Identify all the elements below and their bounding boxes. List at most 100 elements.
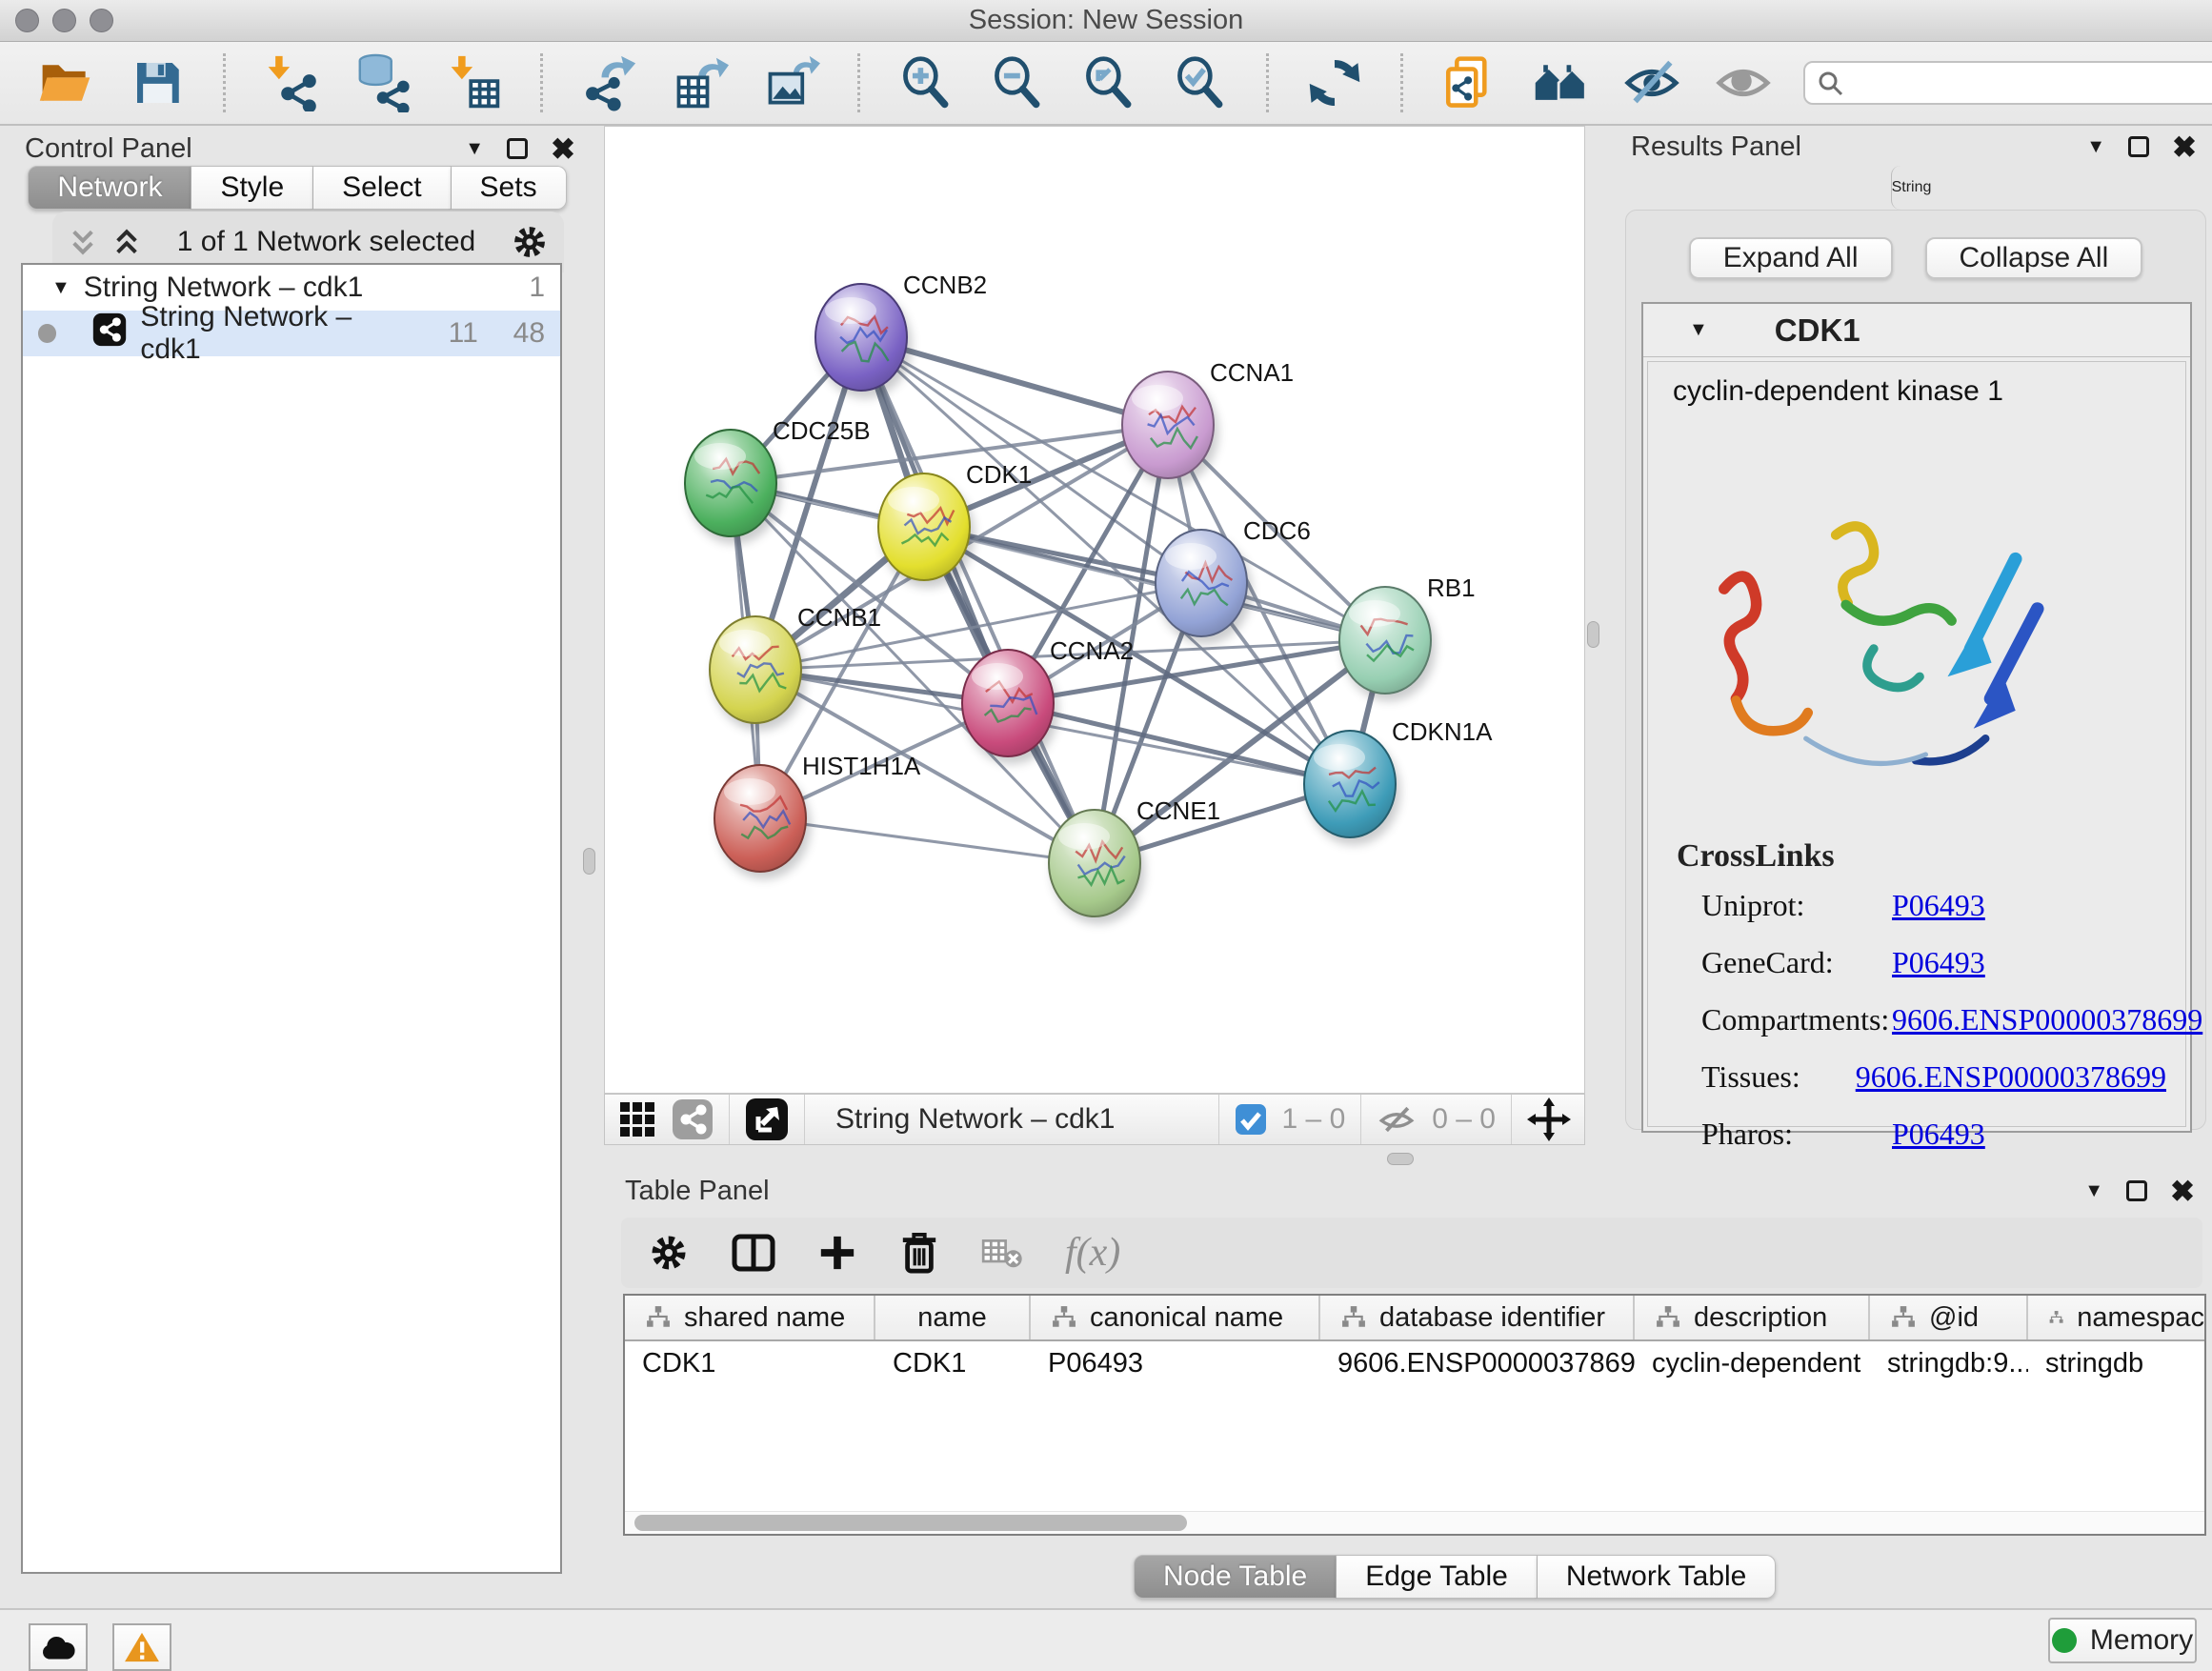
delete-column-icon[interactable]	[899, 1231, 939, 1275]
control-panel-close-button[interactable]: ✖	[551, 134, 575, 164]
node-table: shared namenamecanonical namedatabase id…	[623, 1294, 2206, 1536]
table-panel-title: Table Panel	[625, 1176, 770, 1207]
zoom-fit-button[interactable]	[1077, 51, 1140, 114]
refresh-view-button[interactable]	[1303, 51, 1366, 114]
crosslink-link[interactable]: P06493	[1892, 1117, 1985, 1172]
pan-crosshair-icon[interactable]	[1527, 1097, 1571, 1141]
collapse-all-chevron-icon[interactable]	[68, 227, 98, 257]
node-label-ccna2: CCNA2	[1050, 636, 1134, 665]
table-settings-gear-icon[interactable]	[648, 1232, 690, 1274]
memory-button[interactable]: Memory	[2048, 1618, 2197, 1663]
column-header-shared-name[interactable]: shared name	[625, 1296, 875, 1339]
tab-node-table[interactable]: Node Table	[1134, 1555, 1337, 1599]
expand-all-button[interactable]: Expand All	[1689, 237, 1893, 279]
crosslink-link[interactable]: P06493	[1892, 945, 1985, 1000]
table-panel-close-button[interactable]: ✖	[2170, 1177, 2195, 1206]
toolbar-separator	[804, 1095, 805, 1144]
table-panel-float-button[interactable]	[2126, 1180, 2147, 1201]
zoom-in-button[interactable]	[895, 51, 957, 114]
column-header-database-identifier[interactable]: database identifier	[1320, 1296, 1635, 1339]
selected-checkbox-icon[interactable]	[1235, 1103, 1267, 1136]
table-panel-menu-caret[interactable]: ▼	[2084, 1180, 2103, 1202]
scrollbar-thumb[interactable]	[634, 1515, 1187, 1531]
control-panel-float-button[interactable]	[507, 138, 528, 159]
gear-icon[interactable]	[511, 223, 549, 261]
zoom-window-button[interactable]	[90, 9, 113, 32]
column-header-@id[interactable]: @id	[1870, 1296, 2028, 1339]
import-network-database-button[interactable]	[352, 51, 414, 114]
hidden-eye-slash-icon[interactable]	[1377, 1099, 1417, 1139]
network-graph[interactable]: CCNB2CCNA1CDC25BCDK1CDC6RB1CCNB1CCNA2CDK…	[605, 127, 1584, 1093]
table-cell: P06493	[1031, 1341, 1320, 1385]
tab-network-table[interactable]: Network Table	[1538, 1555, 1777, 1599]
open-session-button[interactable]	[34, 51, 97, 114]
duplicate-network-button[interactable]	[1438, 51, 1500, 114]
horizontal-scrollbar[interactable]	[625, 1511, 2204, 1534]
network-edge[interactable]	[861, 337, 1095, 863]
warnings-button[interactable]	[112, 1623, 171, 1671]
collapse-all-button[interactable]: Collapse All	[1925, 237, 2143, 279]
tree-expand-caret[interactable]: ▼	[51, 277, 70, 299]
crosslink-link[interactable]: 9606.ENSP00000378699	[1892, 1002, 2202, 1057]
minimize-window-button[interactable]	[52, 9, 76, 32]
export-image-button[interactable]	[760, 51, 823, 114]
status-bar: Memory	[0, 1608, 2212, 1671]
tab-sets[interactable]: Sets	[452, 166, 567, 210]
expand-all-chevron-icon[interactable]	[111, 227, 142, 257]
string-app-icon	[92, 312, 127, 347]
gene-collapse-caret[interactable]: ▼	[1689, 319, 1708, 341]
import-table-button[interactable]	[443, 51, 506, 114]
table-header-row: shared namenamecanonical namedatabase id…	[625, 1296, 2204, 1341]
crosslink-label: GeneCard:	[1701, 945, 1860, 1000]
grid-view-icon[interactable]	[618, 1100, 656, 1138]
tab-style[interactable]: Style	[191, 166, 313, 210]
gene-section-header[interactable]: ▼ CDK1	[1643, 304, 2190, 357]
zoom-in-icon	[897, 54, 955, 111]
hide-selected-button[interactable]	[1620, 51, 1683, 114]
import-network-file-button[interactable]	[260, 51, 323, 114]
export-table-icon	[672, 54, 729, 111]
column-header-description[interactable]: description	[1635, 1296, 1870, 1339]
column-header-canonical-name[interactable]: canonical name	[1031, 1296, 1320, 1339]
tab-edge-table[interactable]: Edge Table	[1337, 1555, 1538, 1599]
results-panel-menu-caret[interactable]: ▼	[2086, 136, 2105, 158]
network-collection-label: String Network – cdk1	[84, 272, 363, 304]
tab-string[interactable]: String	[1891, 166, 1932, 210]
toolbar-separator	[1511, 1095, 1512, 1144]
export-network-button[interactable]	[577, 51, 640, 114]
zoom-out-button[interactable]	[986, 51, 1049, 114]
crosslink-link[interactable]: 9606.ENSP00000378699	[1856, 1059, 2166, 1115]
home-button[interactable]	[1529, 51, 1592, 114]
export-table-button[interactable]	[669, 51, 732, 114]
save-session-button[interactable]	[126, 51, 189, 114]
show-all-button[interactable]	[1712, 51, 1775, 114]
tab-select[interactable]: Select	[313, 166, 451, 210]
left-splitter-handle[interactable]	[583, 848, 595, 875]
horizontal-splitter-handle[interactable]	[1387, 1153, 1414, 1165]
results-panel-float-button[interactable]	[2128, 136, 2149, 157]
crosslink-link[interactable]: P06493	[1892, 888, 1985, 943]
add-column-icon[interactable]	[817, 1233, 857, 1273]
close-window-button[interactable]	[15, 9, 39, 32]
search-input[interactable]	[1803, 61, 2212, 105]
toolbar-separator	[1400, 53, 1403, 112]
column-header-namespac[interactable]: namespac	[2028, 1296, 2206, 1339]
tab-network[interactable]: Network	[28, 166, 191, 210]
column-header-name[interactable]: name	[875, 1296, 1031, 1339]
table-cell: 9606.ENSP00000378699	[1320, 1341, 1635, 1385]
network-tree-row[interactable]: String Network – cdk11148	[23, 311, 560, 356]
network-app-icon[interactable]	[672, 1098, 714, 1140]
show-columns-icon[interactable]	[732, 1232, 775, 1274]
table-row[interactable]: CDK1CDK1P064939606.ENSP00000378699cyclin…	[625, 1341, 2204, 1385]
node-label-cdc25b: CDC25B	[773, 416, 871, 445]
birds-eye-view-button[interactable]	[745, 1097, 789, 1141]
crosslink-row: Tissues:9606.ENSP00000378699	[1701, 1059, 2166, 1115]
network-canvas[interactable]: CCNB2CCNA1CDC25BCDK1CDC6RB1CCNB1CCNA2CDK…	[604, 126, 1585, 1094]
cloud-status-button[interactable]	[29, 1623, 88, 1671]
zoom-out-icon	[989, 54, 1046, 111]
zoom-selected-button[interactable]	[1169, 51, 1232, 114]
main-toolbar: ?	[0, 42, 2212, 126]
right-splitter-handle[interactable]	[1587, 621, 1599, 648]
control-panel-menu-caret[interactable]: ▼	[465, 138, 484, 160]
results-panel-close-button[interactable]: ✖	[2172, 132, 2197, 162]
